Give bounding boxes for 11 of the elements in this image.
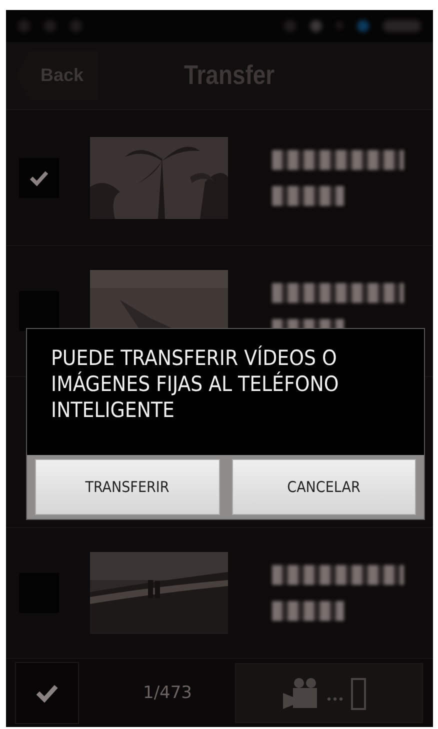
blurred-time: [272, 186, 344, 206]
blurred-time: [272, 601, 344, 621]
select-all-button[interactable]: [15, 662, 79, 724]
status-icons-blurred: [18, 20, 82, 32]
dialog-message: PUEDE TRANSFERIR VÍDEOS O IMÁGENES FIJAS AL TELÉFONO INTELIGENTE: [50, 344, 340, 424]
item-counter: 1/473: [143, 683, 193, 703]
dialog-button[interactable]: CANCELAR: [232, 459, 416, 515]
checkbox[interactable]: [19, 291, 59, 331]
checkbox[interactable]: [19, 158, 59, 198]
dialog-button[interactable]: TRANSFERIR: [35, 459, 220, 515]
transfer-button[interactable]: [235, 663, 423, 723]
